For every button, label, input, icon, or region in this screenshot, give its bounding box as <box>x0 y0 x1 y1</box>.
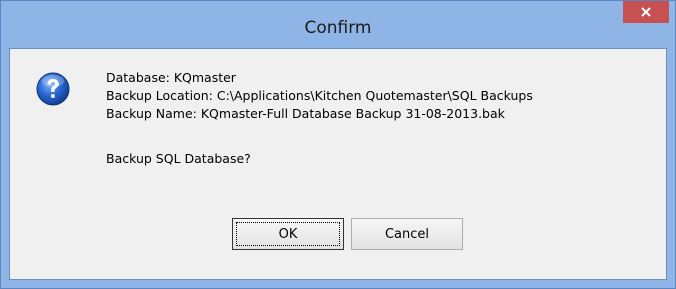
ok-button[interactable]: OK <box>232 218 344 250</box>
database-line: Database: KQmaster <box>106 70 236 85</box>
dialog-title: Confirm <box>304 18 372 38</box>
confirm-question: Backup SQL Database? <box>106 151 251 166</box>
close-button[interactable] <box>623 1 669 23</box>
backup-location-line: Backup Location: C:\Applications\Kitchen… <box>106 88 533 103</box>
title-bar[interactable]: Confirm <box>1 1 675 47</box>
question-icon <box>36 72 70 106</box>
confirm-dialog: Confirm Database: KQmaster Backup Locati… <box>0 0 676 289</box>
cancel-button[interactable]: Cancel <box>351 218 463 250</box>
ok-button-label: OK <box>278 226 298 242</box>
backup-name-line: Backup Name: KQmaster-Full Database Back… <box>106 106 505 121</box>
dialog-body: Database: KQmaster Backup Location: C:\A… <box>9 48 667 280</box>
cancel-button-label: Cancel <box>384 226 430 242</box>
close-icon <box>641 7 651 17</box>
